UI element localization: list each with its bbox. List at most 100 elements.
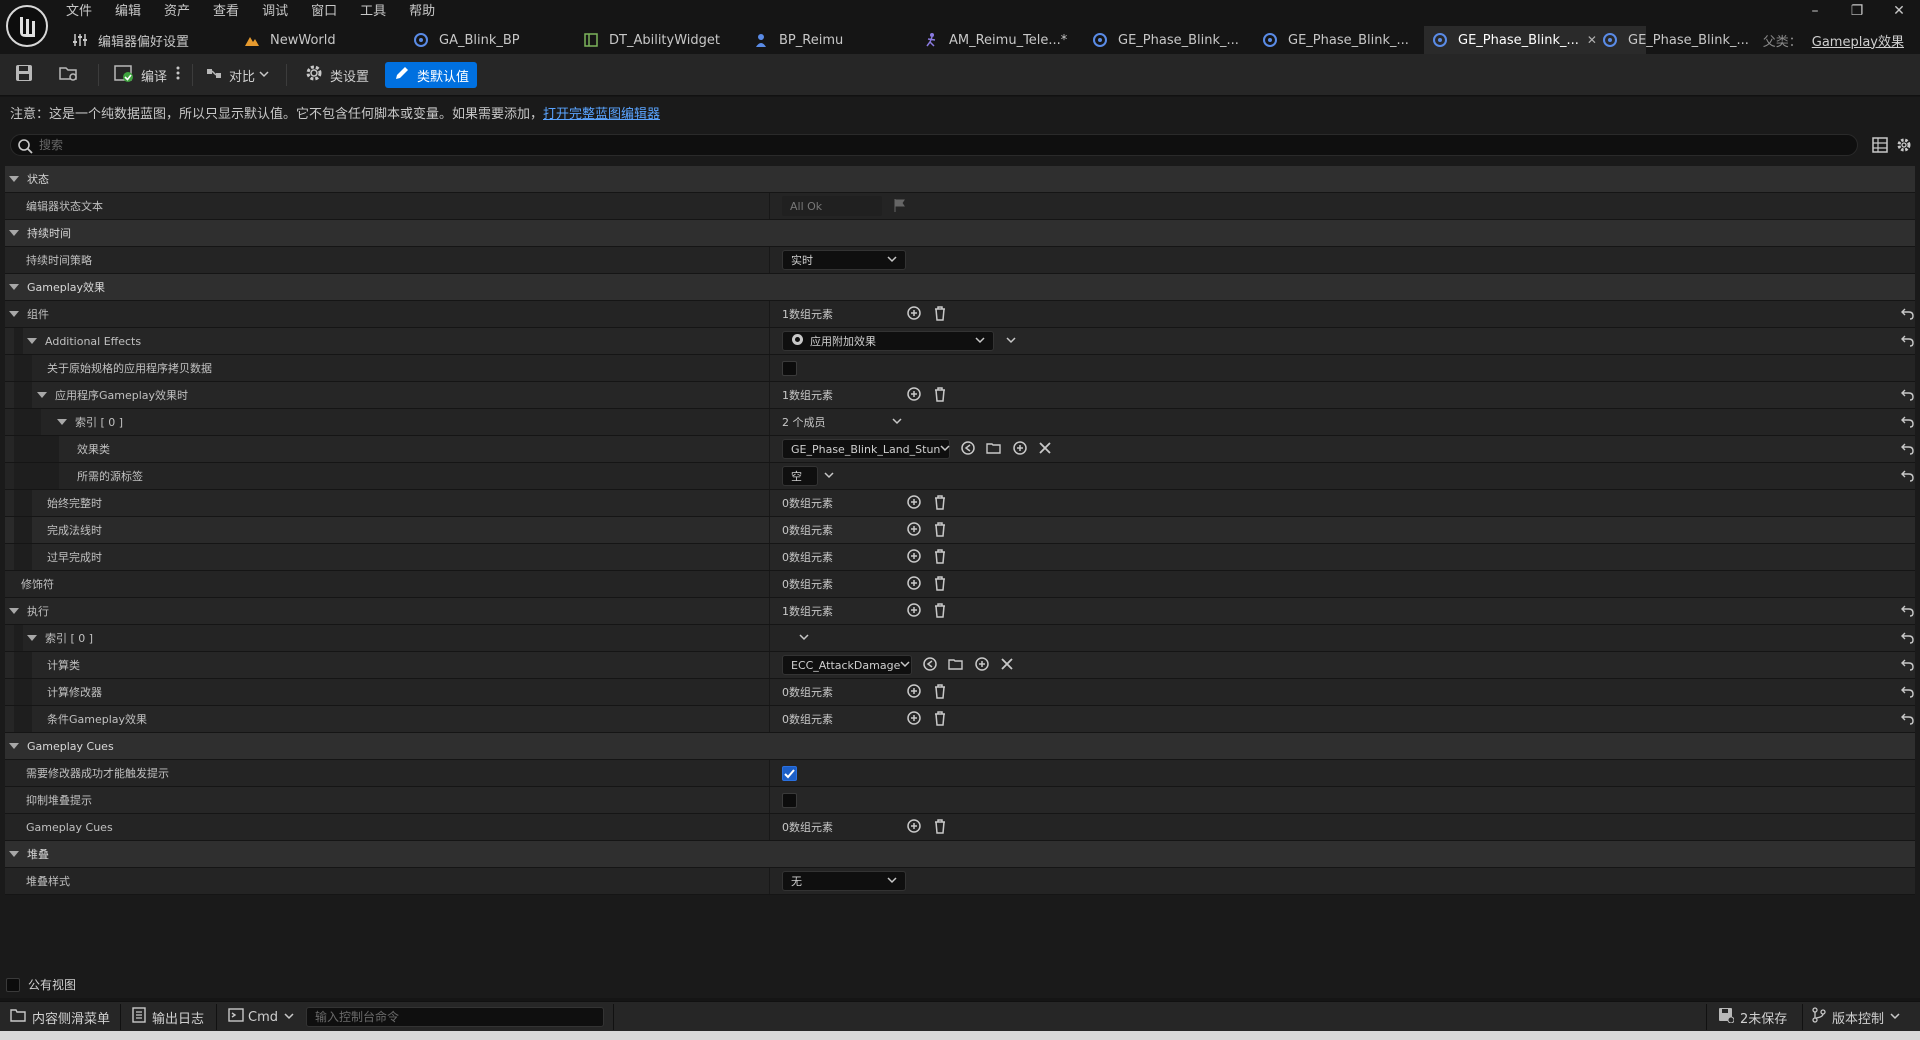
use-selected-icon[interactable]	[922, 656, 938, 675]
compile-button[interactable]: 编译	[113, 62, 167, 88]
collapse-arrow-icon[interactable]	[9, 743, 19, 749]
add-element-icon[interactable]	[906, 575, 922, 594]
save-button[interactable]	[14, 62, 34, 88]
reset-arrow-icon[interactable]	[1900, 388, 1914, 405]
trash-icon[interactable]	[932, 710, 948, 729]
tab-editor-preferences[interactable]: 编辑器偏好设置	[72, 26, 189, 54]
collapse-arrow-icon[interactable]	[9, 851, 19, 857]
trash-icon[interactable]	[932, 305, 948, 324]
chevron-down-icon[interactable]	[1006, 335, 1016, 348]
unreal-logo-icon[interactable]	[5, 4, 49, 48]
category-status[interactable]: 状态	[5, 166, 1915, 193]
reset-arrow-icon[interactable]	[1900, 442, 1914, 459]
collapse-arrow-icon[interactable]	[27, 635, 37, 641]
parent-class-link[interactable]: Gameplay效果	[1812, 31, 1904, 50]
tab-am-reimu-tele[interactable]: AM_Reimu_Tele...*	[923, 26, 1067, 54]
add-element-icon[interactable]	[906, 494, 922, 513]
public-view-toggle[interactable]: 公有视图	[6, 976, 76, 993]
menu-help[interactable]: 帮助	[409, 2, 435, 22]
diff-button[interactable]: 对比	[205, 62, 269, 88]
add-element-icon[interactable]	[906, 683, 922, 702]
minimize-icon[interactable]: –	[1794, 0, 1836, 24]
menu-edit[interactable]: 编辑	[115, 2, 141, 22]
reset-arrow-icon[interactable]	[1900, 415, 1914, 432]
category-gameplay-cues[interactable]: Gameplay Cues	[5, 733, 1915, 760]
open-full-editor-link[interactable]: 打开完整蓝图编辑器	[543, 107, 660, 122]
close-window-icon[interactable]: ✕	[1878, 0, 1920, 24]
clear-icon[interactable]	[1038, 441, 1052, 458]
effect-class-dropdown[interactable]: GE_Phase_Blink_Land_Stun	[782, 439, 950, 459]
trash-icon[interactable]	[932, 548, 948, 567]
add-element-icon[interactable]	[906, 305, 922, 324]
trash-icon[interactable]	[932, 386, 948, 405]
copy-data-checkbox[interactable]	[782, 360, 797, 376]
browse-button[interactable]	[58, 62, 80, 88]
duration-policy-dropdown[interactable]: 实时	[782, 250, 906, 270]
collapse-arrow-icon[interactable]	[57, 419, 67, 425]
reset-arrow-icon[interactable]	[1900, 631, 1914, 648]
class-settings-button[interactable]: 类设置	[304, 62, 369, 88]
add-element-icon[interactable]	[906, 710, 922, 729]
tab-bp-reimu[interactable]: BP_Reimu	[753, 26, 843, 54]
tab-ge-phase-blink-4[interactable]: GE_Phase_Blink_...	[1602, 26, 1749, 54]
required-tags-value[interactable]: 空	[782, 466, 818, 486]
collapse-arrow-icon[interactable]	[9, 311, 19, 317]
collapse-arrow-icon[interactable]	[27, 338, 37, 344]
menu-window[interactable]: 窗口	[311, 2, 337, 22]
cmd-selector[interactable]: Cmd	[228, 1006, 294, 1028]
tab-newworld[interactable]: NewWorld	[244, 26, 336, 54]
collapse-arrow-icon[interactable]	[9, 284, 19, 290]
reset-arrow-icon[interactable]	[1900, 334, 1914, 351]
chevron-down-icon[interactable]	[824, 470, 834, 483]
collapse-arrow-icon[interactable]	[9, 608, 19, 614]
clear-icon[interactable]	[1000, 657, 1014, 674]
add-element-icon[interactable]	[906, 548, 922, 567]
chevron-down-icon[interactable]	[892, 416, 902, 429]
source-control-button[interactable]: 版本控制	[1812, 1006, 1900, 1028]
add-element-icon[interactable]	[906, 602, 922, 621]
add-element-icon[interactable]	[906, 818, 922, 837]
category-stacking[interactable]: 堆叠	[5, 841, 1915, 868]
stacking-type-dropdown[interactable]: 无	[782, 871, 906, 891]
trash-icon[interactable]	[932, 683, 948, 702]
trash-icon[interactable]	[932, 818, 948, 837]
category-duration[interactable]: 持续时间	[5, 220, 1915, 247]
restore-icon[interactable]: ❐	[1836, 0, 1878, 24]
tab-ga-blink-bp[interactable]: GA_Blink_BP	[413, 26, 520, 54]
class-defaults-button[interactable]: 类默认值	[385, 62, 478, 88]
reset-arrow-icon[interactable]	[1900, 685, 1914, 702]
public-view-checkbox[interactable]	[6, 977, 20, 992]
collapse-arrow-icon[interactable]	[9, 230, 19, 236]
browse-folder-icon[interactable]	[948, 656, 964, 675]
reset-arrow-icon[interactable]	[1900, 658, 1914, 675]
compile-options-button[interactable]	[174, 62, 182, 88]
chevron-down-icon[interactable]	[799, 632, 809, 645]
trash-icon[interactable]	[932, 521, 948, 540]
menu-view[interactable]: 查看	[213, 2, 239, 22]
reset-arrow-icon[interactable]	[1900, 307, 1914, 324]
console-command-input[interactable]	[306, 1007, 604, 1027]
tab-ge-phase-blink-2[interactable]: GE_Phase_Blink_...	[1262, 26, 1409, 54]
tab-dt-abilitywidget[interactable]: DT_AbilityWidget	[583, 26, 720, 54]
add-element-icon[interactable]	[906, 521, 922, 540]
menu-debug[interactable]: 调试	[262, 2, 288, 22]
use-selected-icon[interactable]	[960, 440, 976, 459]
calc-class-dropdown[interactable]: ECC_AttackDamage	[782, 655, 912, 675]
add-new-icon[interactable]	[974, 656, 990, 675]
browse-folder-icon[interactable]	[986, 440, 1002, 459]
reset-arrow-icon[interactable]	[1900, 469, 1914, 486]
unsaved-button[interactable]: 2未保存	[1718, 1006, 1787, 1028]
collapse-arrow-icon[interactable]	[9, 176, 19, 182]
add-new-icon[interactable]	[1012, 440, 1028, 459]
reset-arrow-icon[interactable]	[1900, 712, 1914, 729]
category-gameplay-effect[interactable]: Gameplay效果	[5, 274, 1915, 301]
settings-gear-icon[interactable]	[1896, 137, 1912, 156]
menu-asset[interactable]: 资产	[164, 2, 190, 22]
add-element-icon[interactable]	[906, 386, 922, 405]
trash-icon[interactable]	[932, 575, 948, 594]
search-input[interactable]	[39, 136, 1839, 154]
trash-icon[interactable]	[932, 494, 948, 513]
reset-arrow-icon[interactable]	[1900, 604, 1914, 621]
collapse-arrow-icon[interactable]	[37, 392, 47, 398]
suppress-stacking-cues-checkbox[interactable]	[782, 792, 797, 808]
